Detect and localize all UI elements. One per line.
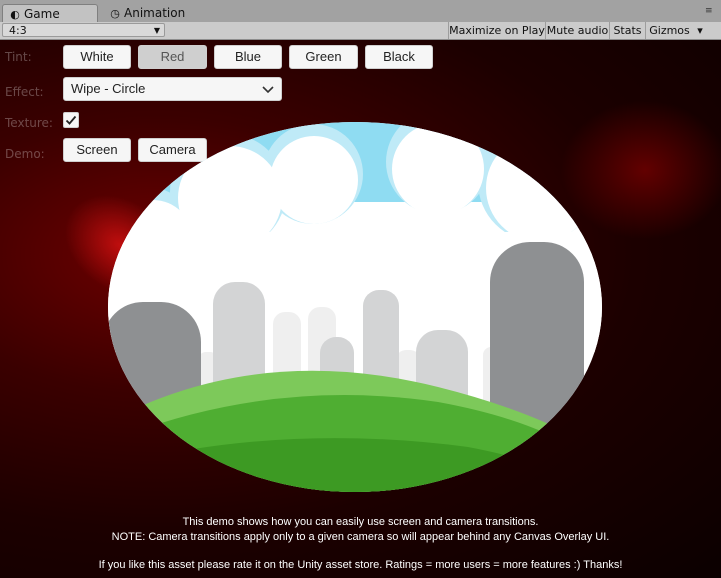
tint-red-button[interactable]: Red xyxy=(138,45,207,69)
footer-line-1: This demo shows how you can easily use s… xyxy=(182,516,539,528)
tab-menu-icon[interactable]: ≡ xyxy=(705,6,715,16)
clock-icon: ◷ xyxy=(110,7,120,20)
aspect-ratio-value: 4:3 xyxy=(9,24,27,37)
gizmos-button[interactable]: Gizmos xyxy=(645,22,693,39)
tint-blue-button[interactable]: Blue xyxy=(214,45,282,69)
texture-label: Texture: xyxy=(5,116,53,130)
stats-button[interactable]: Stats xyxy=(609,22,645,39)
footer-line-3: If you like this asset please rate it on… xyxy=(98,559,623,571)
dropdown-arrow-icon: ▼ xyxy=(153,26,160,35)
mute-audio-button[interactable]: Mute audio xyxy=(545,22,609,39)
effect-dropdown[interactable]: Wipe - Circle xyxy=(63,77,282,101)
maximize-on-play-button[interactable]: Maximize on Play xyxy=(448,22,545,39)
demo-label: Demo: xyxy=(5,147,45,161)
tint-black-button[interactable]: Black xyxy=(365,45,433,69)
chevron-down-icon xyxy=(262,78,274,107)
texture-checkbox[interactable] xyxy=(63,112,79,128)
effect-dropdown-value: Wipe - Circle xyxy=(71,81,146,96)
aspect-ratio-dropdown[interactable]: 4:3 ▼ xyxy=(2,23,165,37)
effect-label: Effect: xyxy=(5,85,44,99)
gizmos-dropdown-arrow[interactable]: ▾ xyxy=(693,22,707,39)
game-toolbar: 4:3 ▼ Maximize on Play Mute audio Stats … xyxy=(0,22,721,40)
wipe-circle-scene xyxy=(108,122,602,492)
tint-label: Tint: xyxy=(5,50,32,64)
tab-animation[interactable]: ◷ Animation xyxy=(103,4,213,22)
tint-green-button[interactable]: Green xyxy=(289,45,358,69)
tab-animation-label: Animation xyxy=(124,6,186,20)
hill-front-dark xyxy=(108,438,602,492)
editor-tab-bar: ◐ Game ◷ Animation ≡ xyxy=(0,0,721,23)
tab-game-label: Game xyxy=(24,7,60,21)
tab-game[interactable]: ◐ Game xyxy=(2,4,98,22)
footer-line-2: NOTE: Camera transitions apply only to a… xyxy=(111,531,610,543)
checkmark-icon xyxy=(65,115,77,125)
tint-white-button[interactable]: White xyxy=(63,45,131,69)
